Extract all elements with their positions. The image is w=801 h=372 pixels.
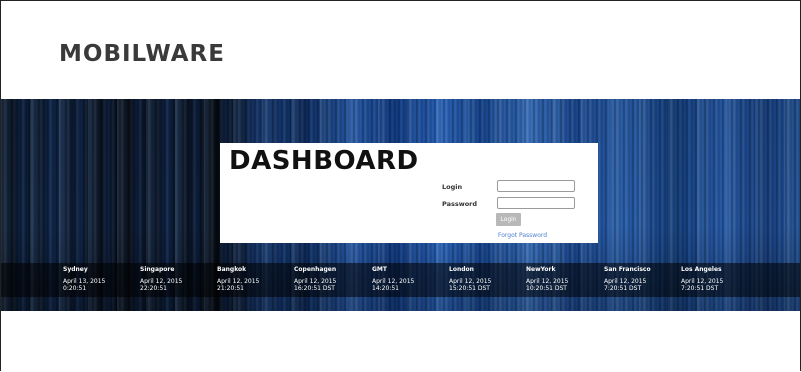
clock-newyork: NewYork April 12, 2015 10:20:51 DST (526, 266, 568, 292)
dashboard-card: DASHBOARD Login Password Login Forgot Pa… (220, 143, 598, 243)
clock-city: Singapore (140, 266, 175, 273)
login-label: Login (442, 183, 463, 191)
clock-san-francisco: San Francisco April 12, 2015 7:20:51 DST (604, 266, 651, 292)
brand-logo[interactable]: MOBILWARE (59, 41, 225, 67)
clock-city: Copenhagen (294, 266, 337, 273)
password-input[interactable] (497, 197, 575, 209)
clock-city: Bangkok (217, 266, 247, 273)
clock-date: April 12, 2015 (681, 278, 724, 285)
clock-date: April 12, 2015 (372, 278, 415, 285)
clock-time: 21:20:51 (217, 285, 244, 292)
page-frame: MOBILWARE DASHBOARD Login Password Login… (0, 0, 801, 371)
page-title: DASHBOARD (229, 146, 419, 176)
clock-los-angeles: Los Angeles April 12, 2015 7:20:51 DST (681, 266, 723, 292)
clock-city: Sydney (63, 266, 88, 273)
clock-city: NewYork (526, 266, 556, 273)
clock-bangkok: Bangkok April 12, 2015 21:20:51 (217, 266, 259, 292)
clock-time: 16:20:51 DST (294, 285, 335, 292)
world-clock-bar: Sydney April 13, 2015 0:20:51 Singapore … (1, 263, 800, 297)
clock-date: April 12, 2015 (526, 278, 569, 285)
clock-time: 10:20:51 DST (526, 285, 567, 292)
clock-date: April 12, 2015 (140, 278, 183, 285)
clock-time: 7:20:51 DST (604, 285, 642, 292)
password-label: Password (442, 200, 478, 208)
clock-gmt: GMT April 12, 2015 14:20:51 (372, 266, 414, 292)
clock-singapore: Singapore April 12, 2015 22:20:51 (140, 266, 182, 292)
clock-time: 7:20:51 DST (681, 285, 719, 292)
clock-time: 14:20:51 (372, 285, 399, 292)
clock-date: April 12, 2015 (604, 278, 647, 285)
clock-city: London (449, 266, 474, 273)
clock-time: 22:20:51 (140, 285, 167, 292)
clock-london: London April 12, 2015 15:20:51 DST (449, 266, 491, 292)
clock-date: April 12, 2015 (294, 278, 337, 285)
clock-date: April 13, 2015 (63, 278, 106, 285)
clock-time: 15:20:51 DST (449, 285, 490, 292)
clock-city: San Francisco (604, 266, 651, 273)
clock-time: 0:20:51 (63, 285, 87, 292)
login-button[interactable]: Login (496, 213, 521, 226)
clock-date: April 12, 2015 (449, 278, 492, 285)
clock-copenhagen: Copenhagen April 12, 2015 16:20:51 DST (294, 266, 336, 292)
clock-city: Los Angeles (681, 266, 722, 273)
clock-date: April 12, 2015 (217, 278, 260, 285)
login-input[interactable] (497, 180, 575, 192)
clock-city: GMT (372, 266, 387, 273)
clock-sydney: Sydney April 13, 2015 0:20:51 (63, 266, 105, 292)
forgot-password-link[interactable]: Forgot Password (498, 232, 547, 239)
